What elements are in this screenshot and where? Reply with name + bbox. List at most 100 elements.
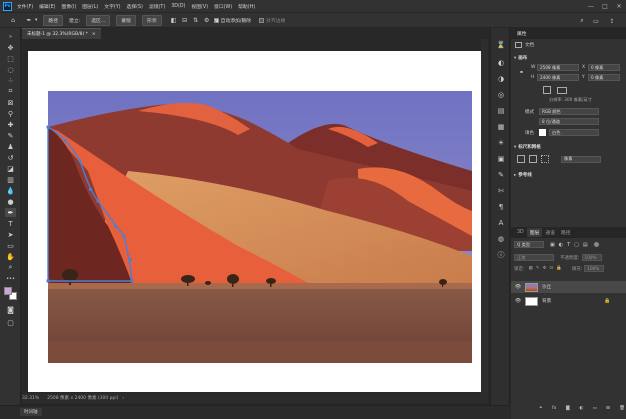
eye-icon[interactable]: 👁 xyxy=(514,284,522,290)
more-tools-icon[interactable]: ••• xyxy=(5,274,16,283)
mode-select[interactable]: RGB 颜色 xyxy=(539,108,599,115)
chevron-down-icon[interactable]: ▾ xyxy=(35,18,37,23)
history-icon[interactable]: ⌛ xyxy=(496,40,506,50)
width-field[interactable]: 2508 像素 xyxy=(537,64,579,71)
menu-help[interactable]: 帮助(H) xyxy=(235,3,258,10)
landscape-icon[interactable] xyxy=(557,86,567,94)
lasso-tool-icon[interactable]: ◌ xyxy=(5,65,16,74)
add-mask-icon[interactable]: ◙ xyxy=(566,406,570,411)
lock-move-icon[interactable]: ✥ xyxy=(543,266,547,271)
menu-view[interactable]: 视图(V) xyxy=(188,3,211,10)
styles-icon[interactable]: ☀ xyxy=(496,138,506,148)
document-canvas[interactable] xyxy=(28,51,487,392)
document-tab[interactable]: 未标题-1 @ 32.3%(RGB/8) * × xyxy=(22,28,101,39)
mode-select[interactable]: 路径 xyxy=(43,14,64,26)
menu-3d[interactable]: 3D(D) xyxy=(168,4,188,9)
y-field[interactable]: 0 像素 xyxy=(588,74,620,81)
gradients-icon[interactable]: ▤ xyxy=(496,106,506,116)
blur-tool-icon[interactable]: 💧 xyxy=(5,186,16,195)
patterns-icon[interactable]: ▦ xyxy=(496,122,506,132)
grid-icon[interactable] xyxy=(529,155,537,163)
settings-gear-icon[interactable]: ⚙ xyxy=(203,16,211,24)
fill-field[interactable]: 100% xyxy=(584,265,605,272)
workspace-icon[interactable]: ▭ xyxy=(592,17,600,25)
tab-properties[interactable]: 属性 xyxy=(514,29,530,38)
lock-all-icon[interactable]: 🔒 xyxy=(556,266,562,271)
link-layers-icon[interactable]: ⚭ xyxy=(539,406,543,411)
color-swatches[interactable] xyxy=(4,287,18,301)
maximize-button[interactable]: □ xyxy=(598,0,612,12)
hand-tool-icon[interactable]: ✋ xyxy=(5,252,16,261)
lock-paint-icon[interactable]: ✎ xyxy=(536,266,540,271)
menu-file[interactable]: 文件(F) xyxy=(14,3,36,10)
clone-stamp-tool-icon[interactable]: ♟ xyxy=(5,142,16,151)
layer-row-dunes[interactable]: 👁 沙丘 xyxy=(511,281,626,293)
dodge-tool-icon[interactable]: ● xyxy=(5,197,16,206)
move-tool-icon[interactable]: ✥ xyxy=(5,43,16,52)
type-tool-icon[interactable]: T xyxy=(5,219,16,228)
fill-swatch[interactable] xyxy=(539,129,546,136)
x-field[interactable]: 0 像素 xyxy=(588,64,620,71)
pen-tool-icon[interactable]: ✒ xyxy=(25,16,33,24)
libraries-icon[interactable]: ▣ xyxy=(496,154,506,164)
timeline-tab[interactable]: 时间轴 xyxy=(20,408,42,416)
filter-adjust-icon[interactable]: ◐ xyxy=(559,242,563,248)
zoom-tool-icon[interactable]: ⌕ xyxy=(5,263,16,272)
lock-artboard-icon[interactable]: ⊡ xyxy=(549,266,553,271)
path-operations-icon[interactable]: ◧ xyxy=(170,16,178,24)
eyedropper-tool-icon[interactable]: ⚲ xyxy=(5,109,16,118)
screen-mode-icon[interactable]: ▢ xyxy=(5,318,16,327)
guides-icon[interactable] xyxy=(541,155,549,163)
tool-presets-icon[interactable]: ✄ xyxy=(496,186,506,196)
make-selection-button[interactable]: 选区... xyxy=(86,14,111,26)
canvas-section[interactable]: ▾ 画布 xyxy=(514,55,527,62)
layer-row-background[interactable]: 👁 背景 🔒 xyxy=(511,295,626,307)
home-icon[interactable]: ⌂ xyxy=(9,16,17,24)
filter-type-icon[interactable]: T xyxy=(567,242,570,248)
rulers-section[interactable]: ▾ 标尺和网格 xyxy=(514,144,541,151)
rectangle-tool-icon[interactable]: ▭ xyxy=(5,241,16,250)
filter-pixel-icon[interactable]: ▣ xyxy=(550,242,555,248)
ruler-unit-select[interactable]: 像素 xyxy=(561,155,601,163)
search-icon[interactable]: ⌕ xyxy=(578,17,586,25)
quick-mask-icon[interactable]: ◙ xyxy=(5,305,16,314)
opacity-field[interactable]: 100% xyxy=(581,254,602,261)
close-tab-icon[interactable]: × xyxy=(92,32,96,37)
link-icon[interactable]: ⚭ xyxy=(519,69,524,76)
path-arrange-icon[interactable]: ⇅ xyxy=(192,16,200,24)
filter-toggle[interactable] xyxy=(593,242,599,247)
brush-tool-icon[interactable]: ✎ xyxy=(5,131,16,140)
adjustments-icon[interactable]: ◐ xyxy=(496,58,506,68)
menu-layer[interactable]: 图层(L) xyxy=(79,3,101,10)
eye-icon[interactable]: 👁 xyxy=(514,298,522,304)
layer-filter-select[interactable]: Q 类型 xyxy=(514,241,544,248)
paragraph-icon[interactable]: ¶ xyxy=(496,202,506,212)
info-icon[interactable]: ⓘ xyxy=(496,250,506,260)
guides-section[interactable]: ▸ 参考线 xyxy=(514,172,532,179)
minimize-button[interactable]: — xyxy=(584,0,598,12)
tab-paths[interactable]: 路径 xyxy=(558,228,574,237)
eraser-tool-icon[interactable]: ◪ xyxy=(5,164,16,173)
filter-smart-icon[interactable]: ▤ xyxy=(583,242,588,248)
vertical-scrollbar[interactable] xyxy=(481,39,488,393)
quick-select-tool-icon[interactable]: ⁘ xyxy=(5,76,16,85)
frame-tool-icon[interactable]: ⊠ xyxy=(5,98,16,107)
healing-brush-tool-icon[interactable]: ✚ xyxy=(5,120,16,129)
share-icon[interactable]: ⇪ xyxy=(608,17,616,25)
blend-mode-select[interactable]: 正常 xyxy=(514,254,554,261)
canvas-area[interactable] xyxy=(22,39,488,399)
fx-icon[interactable]: fx xyxy=(552,406,556,411)
make-shape-button[interactable]: 形状 xyxy=(142,14,162,26)
new-layer-icon[interactable]: ⊞ xyxy=(606,406,610,411)
auto-add-delete-checkbox[interactable]: ✓ 自动添加/删除 xyxy=(213,17,251,24)
tab-channels[interactable]: 通道 xyxy=(542,228,558,237)
menu-select[interactable]: 选择(S) xyxy=(124,3,146,10)
history-brush-tool-icon[interactable]: ↺ xyxy=(5,153,16,162)
menu-edit[interactable]: 编辑(E) xyxy=(36,3,58,10)
ruler-icon[interactable] xyxy=(517,155,525,163)
marquee-tool-icon[interactable]: ⬚ xyxy=(5,54,16,63)
fill-select[interactable]: 白色 xyxy=(549,129,599,136)
path-alignment-icon[interactable]: ⊟ xyxy=(181,16,189,24)
menu-window[interactable]: 窗口(W) xyxy=(211,3,235,10)
color-icon[interactable]: ◑ xyxy=(496,74,506,84)
